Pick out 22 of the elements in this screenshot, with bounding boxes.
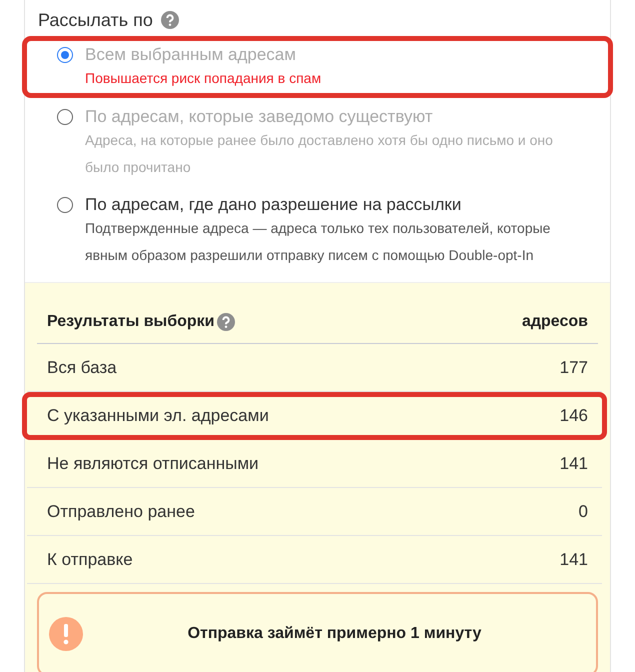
radio-button[interactable] (57, 197, 73, 213)
table-cell: 146 (560, 406, 588, 426)
section-title: Рассылать по (38, 10, 153, 30)
table-cell: 141 (560, 454, 588, 474)
help-icon[interactable] (217, 313, 236, 331)
table-cell: Не являются отписанными (47, 454, 259, 474)
table-cell: К отправке (47, 550, 133, 570)
warning-icon (49, 617, 83, 651)
results-title: Результаты выборки (47, 313, 214, 331)
table-cell: 0 (578, 502, 588, 522)
warning-text: Повышается риск попадания в спам (84, 69, 322, 88)
table-cell: 141 (560, 550, 588, 570)
table-cell: С указанными эл. адресами (47, 406, 269, 426)
option-hint: Адреса, на которые ранее было доставлено хотя бы одно письмо и оно было прочитано (84, 131, 554, 177)
table-cell: 177 (560, 358, 588, 378)
option-hint: Подтвержденные адреса — адреса только тех пользователей, которые явным образом разрешили отправку писем с помощью Double-opt-In (84, 219, 552, 265)
table-cell: Вся база (47, 358, 117, 378)
column-header: адресов (522, 313, 588, 331)
option-label[interactable]: По адресам, где дано разрешение на рассылки (85, 195, 462, 215)
alert-text: Отправка займёт примерно 1 минуту (186, 625, 482, 643)
help-icon[interactable] (160, 11, 179, 29)
table-cell: Отправлено ранее (47, 502, 195, 522)
